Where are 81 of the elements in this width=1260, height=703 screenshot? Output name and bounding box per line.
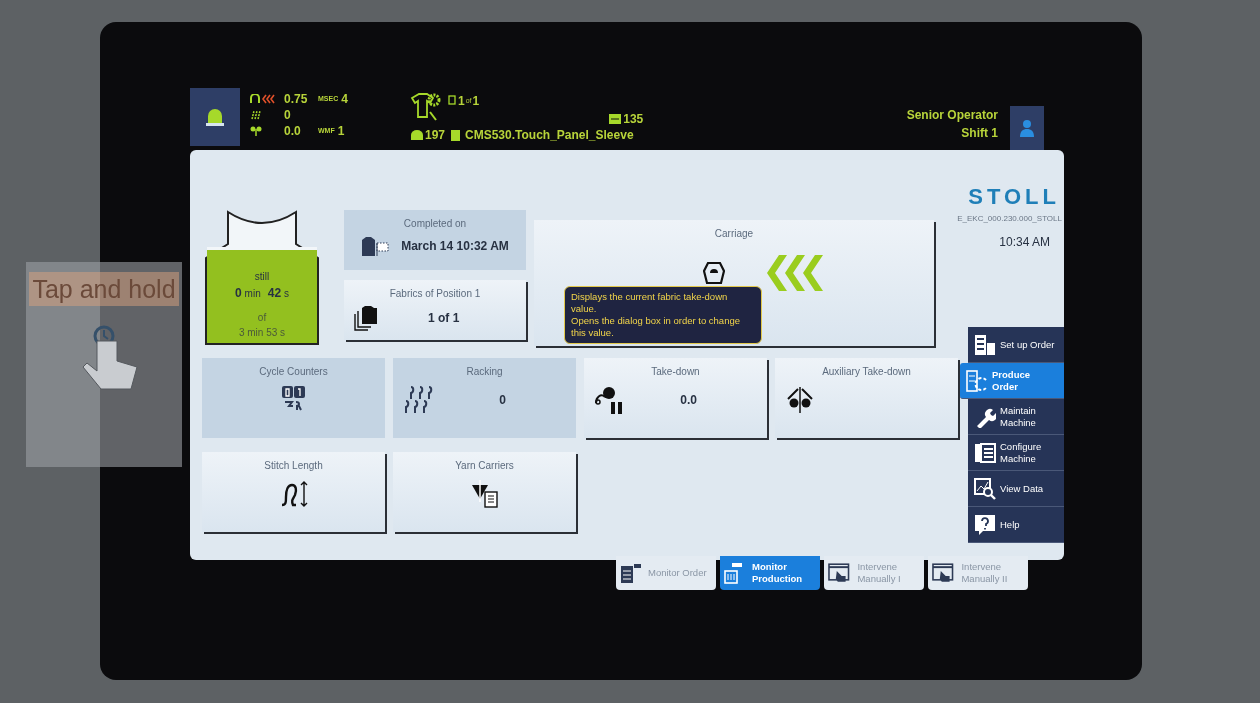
- stat-value: 0.75: [284, 91, 309, 108]
- tile-title: Take-down: [651, 365, 700, 379]
- tooltip-text: Displays the current fabric take-down value.: [571, 291, 729, 315]
- function-tile[interactable]: Yarn Carriers: [393, 452, 576, 532]
- counter-display-icon: [609, 114, 622, 124]
- bottom-tab[interactable]: Monitor Production: [720, 556, 820, 590]
- order-grid-icon: [974, 333, 996, 356]
- fabric-stack-icon: [354, 305, 380, 331]
- configuration-panel-icon: [974, 441, 996, 464]
- completed-date: March 14 10:32 AM: [401, 238, 509, 255]
- page-current: 1: [458, 93, 465, 110]
- remaining-minutes: 0: [234, 285, 242, 302]
- direction-chevrons-icon: [765, 253, 825, 293]
- auxiliary-rollers-icon: [785, 385, 815, 415]
- rollers-icon: [250, 126, 262, 136]
- stat-value: 4: [341, 91, 348, 108]
- clock-time: 10:34 AM: [999, 234, 1050, 251]
- fabric-count: 1 of 1: [428, 310, 460, 327]
- bottom-tab[interactable]: Monitor Order: [616, 556, 716, 590]
- tile-title: Fabrics of Position 1: [389, 287, 481, 301]
- stat-value: 1: [337, 123, 345, 140]
- page-total: 1: [472, 93, 480, 110]
- function-tile[interactable]: Cycle Counters: [202, 358, 385, 438]
- user-role: Senior Operator: [906, 107, 998, 124]
- chart-magnifier-icon: [974, 477, 996, 500]
- nav-item[interactable]: Help: [968, 507, 1064, 543]
- brand-logo: STOLL: [968, 183, 1060, 211]
- remaining-seconds: 42: [267, 285, 282, 302]
- piece-count: 135: [623, 111, 644, 128]
- order-icon: [620, 562, 642, 584]
- tile-title: Cycle Counters: [259, 365, 328, 379]
- user-button[interactable]: [1010, 106, 1044, 150]
- counter-icon: [280, 385, 307, 413]
- machine-light-button[interactable]: [190, 88, 240, 146]
- still-label: still: [254, 270, 270, 284]
- machine-id: E_EKC_000.230.000_STOLL: [957, 213, 1062, 225]
- file-icon: [451, 129, 461, 141]
- function-tile[interactable]: Completed on March 14 10:32 AM: [344, 210, 526, 270]
- carriage-icon: [410, 129, 424, 141]
- carriage-icon: [703, 261, 725, 285]
- tile-title: Racking: [466, 365, 503, 379]
- tooltip-text: Opens the dialog box in order to change this value.: [571, 315, 741, 339]
- tile-title: Yarn Carriers: [455, 459, 514, 473]
- function-tile[interactable]: Take-down 0.0: [584, 358, 767, 438]
- tile-value: 0: [499, 392, 506, 409]
- tile-title: Carriage: [714, 227, 754, 241]
- help-icon: [974, 513, 996, 536]
- function-tile[interactable]: Auxiliary Take-down: [775, 358, 958, 438]
- shift-label: Shift 1: [961, 125, 998, 142]
- needles-icon: [250, 110, 262, 120]
- take-down-rollers-icon: [594, 385, 624, 415]
- tile-title: Stitch Length: [264, 459, 323, 473]
- of-label: of: [257, 311, 267, 325]
- order-progress-icon: [966, 369, 988, 392]
- page-icon: [448, 95, 456, 105]
- user-icon: [1019, 119, 1035, 137]
- shirt-finish-flag-icon: [361, 235, 390, 257]
- bottom-tab[interactable]: Intervene Manually II: [928, 556, 1028, 590]
- bottom-tab[interactable]: Intervene Manually I: [824, 556, 924, 590]
- stat-value: 0.0: [284, 123, 302, 140]
- nav-item[interactable]: View Data: [968, 471, 1064, 507]
- minutes-unit: min: [244, 287, 261, 301]
- window-hand-icon: [828, 562, 852, 584]
- seconds-unit: s: [284, 287, 290, 301]
- tile-value: 0.0: [680, 392, 697, 409]
- stat-value: 0: [284, 107, 292, 124]
- function-tile[interactable]: Fabrics of Position 1 1 of 1: [344, 280, 526, 340]
- window-hand-icon: [932, 562, 956, 584]
- tile-title: Completed on: [403, 217, 467, 231]
- function-tile[interactable]: Racking 0: [393, 358, 576, 438]
- carriage-speed-icon: [250, 94, 276, 104]
- nav-item[interactable]: Configure Machine: [968, 435, 1064, 471]
- tile-title: Auxiliary Take-down: [822, 365, 911, 379]
- function-tile[interactable]: Stitch Length: [202, 452, 385, 532]
- program-name: CMS530.Touch_Panel_Sleeve: [465, 127, 634, 144]
- nav-item[interactable]: Set up Order: [968, 327, 1064, 363]
- yarn-carrier-icon: [469, 479, 500, 509]
- nav-item[interactable]: Maintain Machine: [968, 399, 1064, 435]
- total-time: 3 min 53 s: [238, 326, 286, 340]
- carriage-count: 197: [425, 127, 446, 144]
- nav-item[interactable]: Produce Order: [960, 363, 1064, 399]
